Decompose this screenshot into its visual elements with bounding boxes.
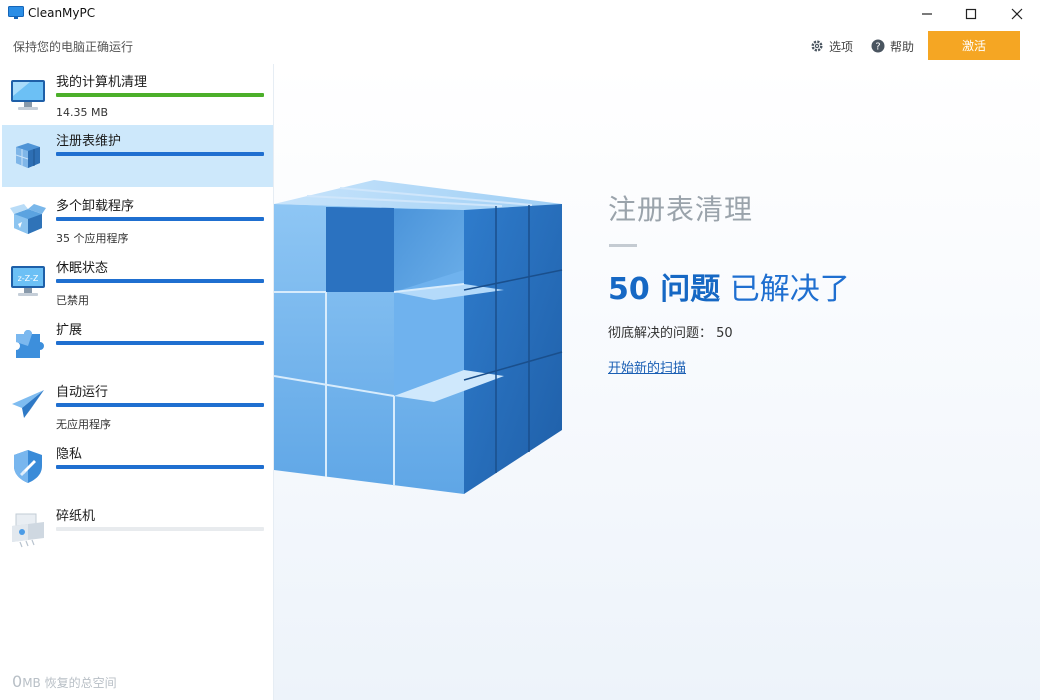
close-button[interactable] <box>994 0 1040 28</box>
sidebar-item-label: 注册表维护 <box>56 134 122 149</box>
tagline: 保持您的电脑正确运行 <box>13 40 134 54</box>
new-scan-link[interactable]: 开始新的扫描 <box>608 357 686 376</box>
total-space-amount: 0 <box>12 672 23 691</box>
sidebar-item-label: 我的计算机清理 <box>56 75 148 90</box>
registry-cubes-icon <box>15 143 40 168</box>
issues-count: 50 问题 <box>608 272 721 307</box>
maximize-icon <box>965 8 977 20</box>
sidebar-item-label: 自动运行 <box>56 385 109 400</box>
options-label: 选项 <box>829 39 854 54</box>
app-logo-icon <box>8 6 24 19</box>
paper-plane-icon <box>12 390 44 418</box>
close-icon <box>1011 8 1023 20</box>
sidebar-item-uninstaller[interactable]: 多个卸载程序 35 个应用程序 <box>2 190 273 252</box>
sidebar-item-registry[interactable]: 注册表维护 <box>2 125 273 187</box>
uninstall-box-icon <box>10 204 46 234</box>
sidebar-item-label: 碎纸机 <box>56 509 96 524</box>
result-summary: 50 问题 已解决了 <box>608 264 850 308</box>
progress-bar <box>56 403 264 407</box>
sidebar-item-shredder[interactable]: 碎纸机 <box>2 500 273 562</box>
sidebar-item-autorun[interactable]: 自动运行 无应用程序 <box>2 376 273 438</box>
sidebar-item-pc-cleanup[interactable]: 我的计算机清理 14.35 MB <box>2 66 273 128</box>
sidebar-item-label: 休眠状态 <box>56 261 109 276</box>
shredder-icon <box>12 513 44 548</box>
total-space-label: MB 恢复的总空间 <box>22 676 117 690</box>
maximize-button[interactable] <box>948 0 994 28</box>
shield-broom-icon <box>14 450 42 483</box>
sidebar-item-label: 扩展 <box>56 323 83 338</box>
resolved-detail: 彻底解决的问题： 50 <box>608 326 733 341</box>
svg-text:?: ? <box>875 42 880 53</box>
total-space-recovered: 0MB 恢复的总空间 <box>12 672 117 691</box>
puzzle-icon <box>16 330 44 358</box>
options-link[interactable]: 选项 <box>810 38 853 55</box>
sidebar-item-extensions[interactable]: 扩展 <box>2 314 273 376</box>
progress-bar <box>56 465 264 469</box>
sidebar-item-value: 已禁用 <box>56 294 89 307</box>
progress-bar <box>56 279 264 283</box>
sleep-monitor-icon: z-Z-Z <box>11 266 45 296</box>
minimize-icon <box>922 13 932 15</box>
progress-bar <box>56 93 264 97</box>
sidebar-item-label: 多个卸载程序 <box>56 199 135 214</box>
issues-status: 已解决了 <box>720 272 850 307</box>
sidebar: 我的计算机清理 14.35 MB 注册表维护 多个卸载程序 35 个应用程序 z… <box>0 64 274 700</box>
activate-button[interactable]: 激活 <box>928 31 1020 60</box>
help-icon: ? <box>871 39 885 53</box>
progress-bar <box>56 527 264 531</box>
registry-cube-illustration <box>274 180 563 494</box>
sidebar-item-value: 35 个应用程序 <box>56 232 129 245</box>
help-link[interactable]: ? 帮助 <box>871 38 914 55</box>
window-title: CleanMyPC <box>28 6 96 20</box>
sidebar-item-hibernation[interactable]: z-Z-Z 休眠状态 已禁用 <box>2 252 273 314</box>
svg-text:z-Z-Z: z-Z-Z <box>18 274 39 283</box>
sidebar-item-privacy[interactable]: 隐私 <box>2 438 273 500</box>
help-label: 帮助 <box>890 39 915 54</box>
monitor-icon <box>11 80 45 110</box>
gear-icon <box>811 40 823 52</box>
sidebar-item-value: 14.35 MB <box>56 106 109 119</box>
progress-bar <box>56 217 264 221</box>
sidebar-item-label: 隐私 <box>56 447 83 462</box>
title-divider <box>609 244 637 247</box>
header-actions: 选项 ? 帮助 <box>810 31 932 61</box>
progress-bar <box>56 341 264 345</box>
title-bar: CleanMyPC <box>0 0 1040 28</box>
minimize-button[interactable] <box>904 0 950 28</box>
result-title: 注册表清理 <box>608 193 754 226</box>
sidebar-item-value: 无应用程序 <box>56 418 111 431</box>
progress-bar <box>56 152 264 156</box>
